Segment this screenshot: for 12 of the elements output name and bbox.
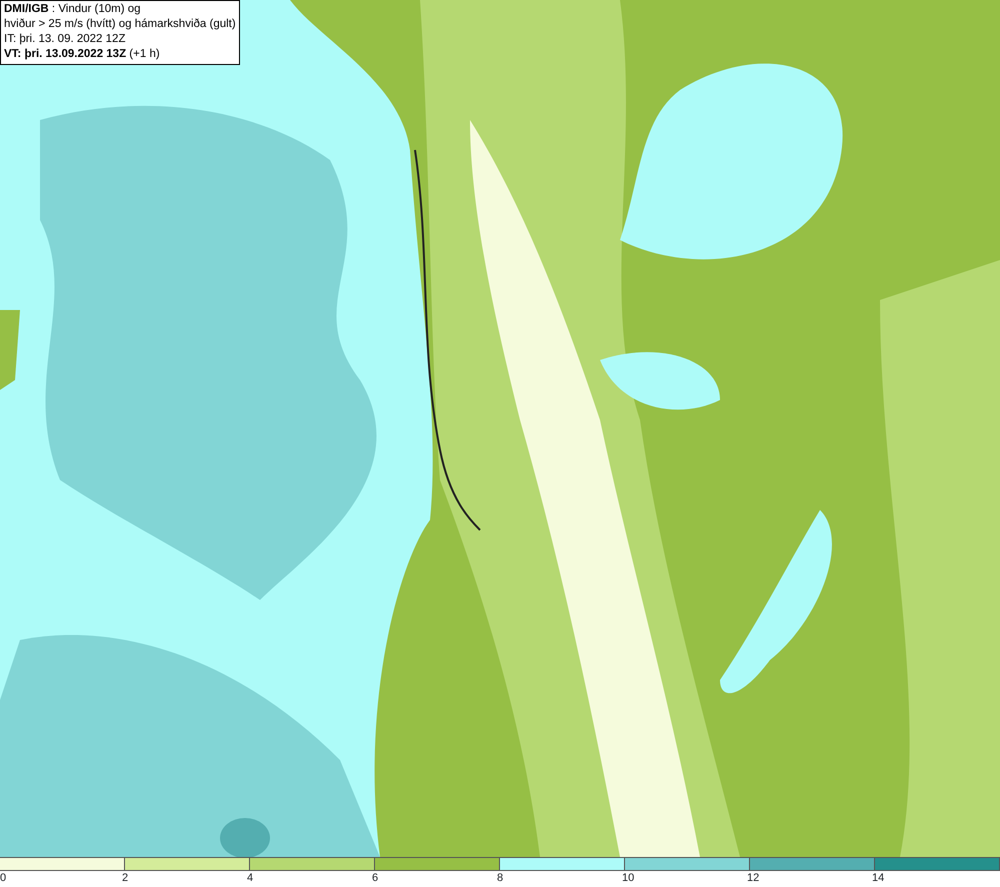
legend-tick-label: 8	[497, 871, 504, 886]
legend-tick-label: 14	[872, 871, 884, 886]
caption-line: DMI/IGB : Vindur (10m) og	[4, 2, 142, 17]
legend-tick-label: 0	[0, 871, 6, 886]
caption-line: hviður > 25 m/s (hvítt) og hámarkshviða (gult)	[4, 17, 236, 32]
legend-tick-label: 10	[622, 871, 634, 886]
caption-line: IT: þri. 13. 09. 2022 12Z	[4, 32, 126, 47]
legend-tick-label: 6	[372, 871, 378, 886]
caption-line: VT: þri. 13.09.2022 13Z (+1 h)	[4, 47, 161, 62]
legend-tick-label: 4	[247, 871, 254, 886]
legend-tick-label: 2	[122, 871, 128, 886]
legend-tick-label: 12	[747, 871, 760, 886]
